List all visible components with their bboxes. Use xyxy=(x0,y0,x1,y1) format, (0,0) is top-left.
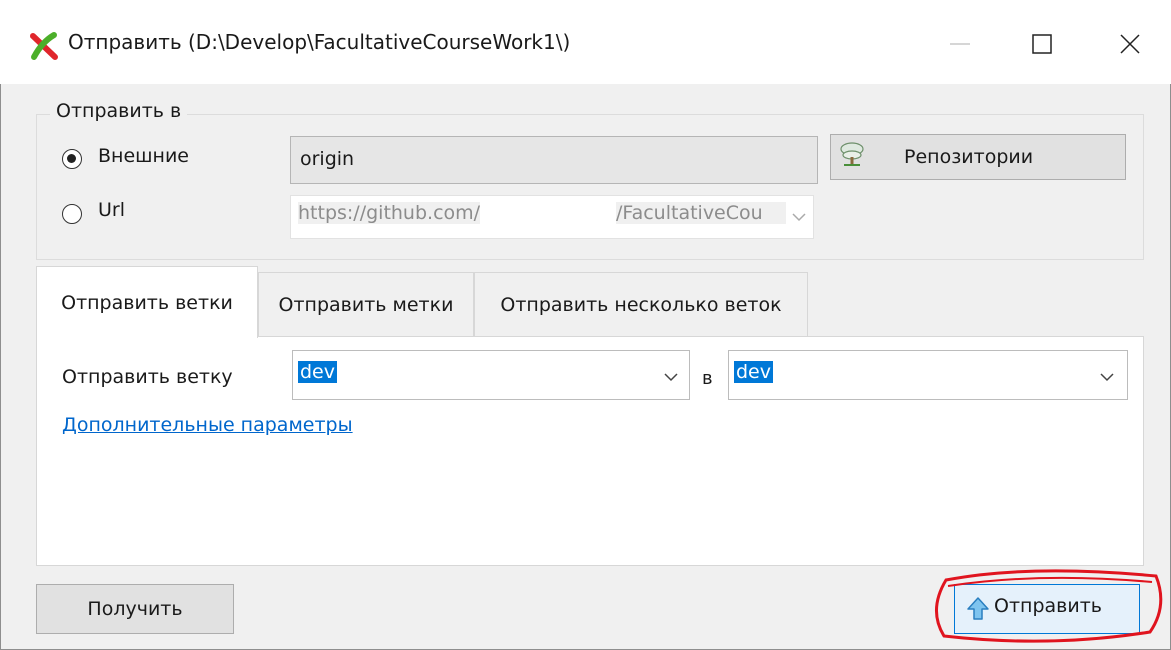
remote-branch-value: dev xyxy=(734,361,773,383)
repository-tree-icon xyxy=(840,142,864,166)
remote-select[interactable] xyxy=(290,136,818,184)
chevron-down-icon xyxy=(1100,373,1114,382)
remote-radio-label[interactable]: Внешние xyxy=(98,145,189,167)
url-radio-label[interactable]: Url xyxy=(98,199,125,221)
to-label: в xyxy=(702,368,713,389)
remote-select-value: origin xyxy=(300,148,355,170)
url-value-suffix: /FacultativeCou xyxy=(616,202,786,224)
tab-push-tags[interactable]: Отправить метки xyxy=(258,272,474,336)
close-icon xyxy=(1120,34,1140,54)
advanced-options-link[interactable]: Дополнительные параметры xyxy=(62,414,353,436)
remote-radio[interactable] xyxy=(62,149,82,169)
minimize-icon xyxy=(950,43,970,45)
chevron-down-icon xyxy=(792,213,806,222)
window-title: Отправить (D:\Develop\FacultativeCourseW… xyxy=(68,30,571,54)
close-button[interactable] xyxy=(1098,22,1162,66)
maximize-button[interactable] xyxy=(1010,22,1074,66)
local-branch-value: dev xyxy=(298,361,337,383)
push-branch-label: Отправить ветку xyxy=(62,366,233,388)
tortoisegit-app-icon xyxy=(30,32,58,60)
red-highlight-circle xyxy=(935,569,1163,643)
maximize-icon xyxy=(1032,34,1052,54)
tab-push-multiple-branches[interactable]: Отправить несколько веток xyxy=(474,272,808,336)
repositories-button-label: Репозитории xyxy=(904,146,1034,168)
local-branch-select[interactable] xyxy=(292,350,690,400)
minimize-button[interactable] xyxy=(928,22,992,66)
push-to-group-label: Отправить в xyxy=(50,100,188,122)
pull-button[interactable]: Получить xyxy=(36,584,234,634)
radio-selected-dot xyxy=(67,154,76,163)
remote-branch-select[interactable] xyxy=(728,350,1128,400)
chevron-down-icon xyxy=(664,373,678,382)
url-value-prefix: https://github.com/ xyxy=(298,202,481,224)
tab-push-branches[interactable]: Отправить ветки xyxy=(36,266,258,338)
url-radio[interactable] xyxy=(62,204,82,224)
